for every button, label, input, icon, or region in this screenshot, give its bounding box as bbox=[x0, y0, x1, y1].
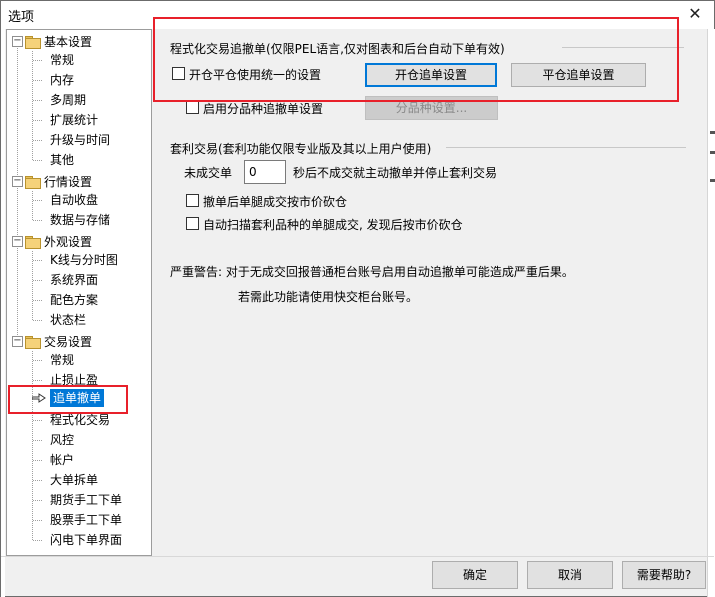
tree-item-stock-manual[interactable]: 股票手工下单 bbox=[50, 510, 122, 530]
tree-branch bbox=[33, 80, 43, 81]
strip-mark bbox=[710, 179, 715, 182]
tree-group-label: 基本设置 bbox=[44, 34, 93, 49]
tree-item-futures-manual[interactable]: 期货手工下单 bbox=[50, 490, 122, 510]
tree-item-status-bar[interactable]: 状态栏 bbox=[50, 310, 86, 330]
collapse-icon[interactable]: − bbox=[12, 175, 23, 187]
tree-item-account[interactable]: 帐户 bbox=[50, 450, 74, 470]
tree-branch bbox=[33, 160, 43, 161]
tree-item-other[interactable]: 其他 bbox=[50, 150, 74, 170]
settings-tree: − 基本设置 常规 内存 多周期 扩展统计 升级与时间 其他 − 行情设置 自动… bbox=[6, 29, 152, 556]
cancel-leg-checkbox[interactable] bbox=[186, 194, 199, 207]
untraded-seconds-input[interactable]: 0 bbox=[244, 160, 286, 184]
window-title: 选项 bbox=[8, 10, 35, 25]
tree-branch bbox=[33, 200, 43, 201]
tree-item-trade-general[interactable]: 常规 bbox=[50, 350, 74, 370]
tree-branch bbox=[33, 260, 43, 261]
auto-scan-checkbox[interactable] bbox=[186, 217, 199, 230]
tree-highlight-box bbox=[8, 385, 128, 414]
section-divider bbox=[446, 147, 686, 148]
tree-branch bbox=[33, 300, 43, 301]
tree-item-split-order[interactable]: 大单拆单 bbox=[50, 470, 98, 490]
tree-group-label: 行情设置 bbox=[44, 174, 93, 189]
warning-line-1: 严重警告: 对于无成交回报普通柜台账号启用自动追撤单可能造成严重后果。 bbox=[170, 265, 574, 279]
tree-connector bbox=[32, 51, 33, 161]
cancel-button[interactable]: 取消 bbox=[527, 561, 613, 589]
tree-branch bbox=[33, 280, 43, 281]
tree-branch bbox=[33, 100, 43, 101]
tree-branch bbox=[33, 360, 43, 361]
close-button[interactable]: ✕ bbox=[682, 3, 708, 25]
tree-branch bbox=[33, 460, 43, 461]
tree-item-auto-close[interactable]: 自动收盘 bbox=[50, 190, 98, 210]
tree-item-system-ui[interactable]: 系统界面 bbox=[50, 270, 98, 290]
variety-settings-label: 启用分品种追撤单设置 bbox=[203, 102, 324, 116]
tree-branch bbox=[33, 420, 43, 421]
folder-icon bbox=[25, 235, 41, 249]
tree-branch bbox=[33, 480, 43, 481]
tree-branch bbox=[33, 520, 43, 521]
tree-group-trading[interactable]: − 交易设置 bbox=[12, 331, 92, 351]
tree-connector bbox=[32, 191, 33, 221]
tree-group-label: 外观设置 bbox=[44, 234, 93, 249]
tree-group-label: 交易设置 bbox=[44, 334, 93, 349]
section-highlight-box bbox=[153, 17, 679, 102]
tree-item-flash-order[interactable]: 闪电下单界面 bbox=[50, 530, 122, 550]
tree-item-ext-stats[interactable]: 扩展统计 bbox=[50, 110, 98, 130]
folder-icon bbox=[25, 335, 41, 349]
ok-button[interactable]: 确定 bbox=[432, 561, 518, 589]
strip-mark bbox=[710, 151, 715, 154]
tree-item-data-storage[interactable]: 数据与存储 bbox=[50, 210, 110, 230]
tree-item-multi-period[interactable]: 多周期 bbox=[50, 90, 86, 110]
tree-item-memory[interactable]: 内存 bbox=[50, 70, 74, 90]
tree-branch bbox=[33, 440, 43, 441]
folder-icon bbox=[25, 175, 41, 189]
options-dialog: 选项 ✕ − 基本设置 常规 内存 多周期 扩展统计 升级与时间 其他 − 行情… bbox=[0, 0, 715, 597]
strip-mark bbox=[710, 131, 715, 134]
tree-item-kline[interactable]: K线与分时图 bbox=[50, 250, 118, 270]
folder-icon bbox=[25, 35, 41, 49]
tree-branch bbox=[33, 220, 43, 221]
footer-divider bbox=[1, 556, 714, 557]
tree-group-market[interactable]: − 行情设置 bbox=[12, 171, 92, 191]
left-edge-strip bbox=[1, 29, 5, 597]
warning-line-2: 若需此功能请使用快交柜台账号。 bbox=[238, 290, 419, 304]
tree-item-risk[interactable]: 风控 bbox=[50, 430, 74, 450]
tree-item-general[interactable]: 常规 bbox=[50, 50, 74, 70]
tree-branch bbox=[33, 380, 43, 381]
tree-branch bbox=[33, 120, 43, 121]
auto-scan-label: 自动扫描套利品种的单腿成交, 发现后按市价砍仓 bbox=[203, 218, 463, 232]
tree-branch bbox=[33, 60, 43, 61]
tree-branch bbox=[33, 320, 43, 321]
untraded-label: 未成交单 bbox=[184, 166, 233, 180]
untraded-suffix: 秒后不成交就主动撤单并停止套利交易 bbox=[293, 166, 498, 180]
tree-group-basic[interactable]: − 基本设置 bbox=[12, 31, 92, 51]
tree-branch bbox=[33, 540, 43, 541]
settings-content: 程式化交易追撤单(仅限PEL语言,仅对图表和后台自动下单有效) 开仓平仓使用统一… bbox=[152, 29, 707, 556]
tree-item-color-scheme[interactable]: 配色方案 bbox=[50, 290, 98, 310]
collapse-icon[interactable]: − bbox=[12, 335, 23, 347]
cancel-leg-label: 撤单后单腿成交按市价砍仓 bbox=[203, 195, 348, 209]
arb-section-title: 套利交易(套利功能仅限专业版及其以上用户使用) bbox=[170, 142, 432, 156]
tree-item-upgrade-time[interactable]: 升级与时间 bbox=[50, 130, 110, 150]
help-button[interactable]: 需要帮助? bbox=[622, 561, 706, 589]
collapse-icon[interactable]: − bbox=[12, 35, 23, 47]
tree-branch bbox=[33, 500, 43, 501]
variety-settings-checkbox[interactable] bbox=[186, 101, 199, 114]
tree-group-appearance[interactable]: − 外观设置 bbox=[12, 231, 92, 251]
right-edge-strip bbox=[707, 29, 715, 597]
tree-connector bbox=[17, 48, 18, 340]
tree-connector bbox=[32, 251, 33, 321]
collapse-icon[interactable]: − bbox=[12, 235, 23, 247]
tree-branch bbox=[33, 140, 43, 141]
